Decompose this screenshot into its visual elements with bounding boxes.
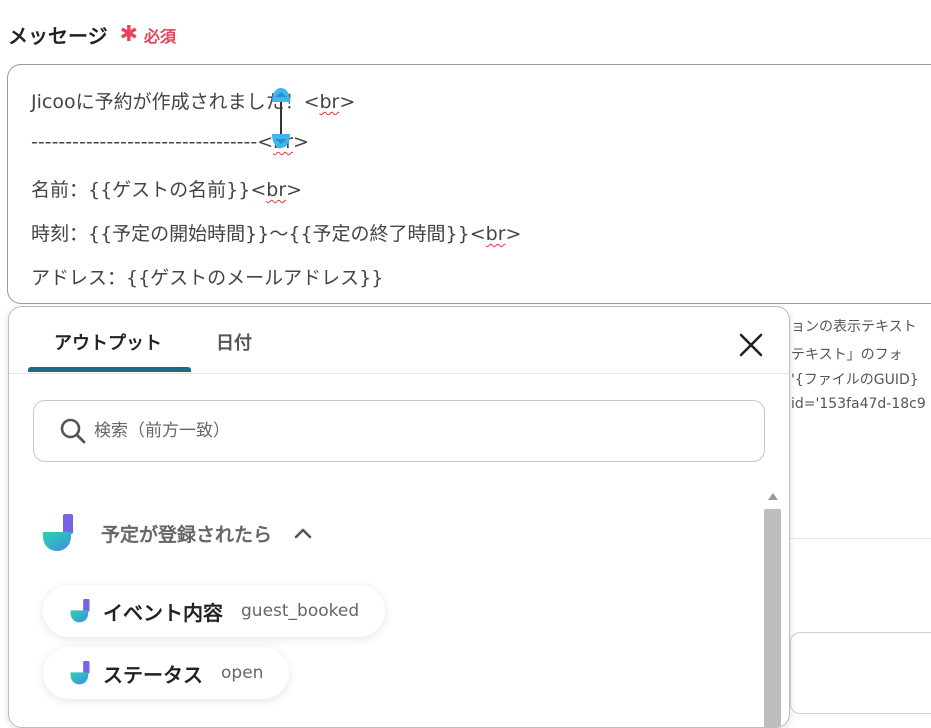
selection-handle-bottom-icon[interactable] bbox=[272, 134, 290, 148]
message-line-5: アドレス：{{ゲストのメールアドレス}} bbox=[31, 267, 384, 289]
text-cursor bbox=[280, 96, 282, 138]
jicoo-logo-icon bbox=[43, 514, 73, 551]
output-item-key: ステータス bbox=[103, 662, 203, 687]
help-text-line-3: '{ファイルのGUID} bbox=[791, 372, 919, 388]
help-text-line-4: id='153fa47d-18c9 bbox=[791, 396, 926, 412]
scroll-up-arrow-icon[interactable] bbox=[768, 493, 778, 500]
close-icon[interactable] bbox=[737, 331, 765, 359]
required-star-icon: ✱ bbox=[119, 22, 139, 47]
message-line-1: Jicooに予約が作成されました！<br> bbox=[31, 91, 356, 113]
output-item-event[interactable]: イベント内容 guest_booked bbox=[43, 585, 386, 637]
field-label-text: メッセージ bbox=[8, 24, 108, 48]
output-item-value: open bbox=[221, 663, 264, 683]
output-item-key: イベント内容 bbox=[103, 600, 223, 625]
output-item-status[interactable]: ステータス open bbox=[43, 647, 290, 699]
search-icon bbox=[60, 418, 86, 444]
tabs-divider bbox=[9, 373, 789, 374]
tab-output[interactable]: アウトプット bbox=[54, 329, 162, 355]
scrollbar[interactable] bbox=[764, 487, 782, 727]
search-box[interactable] bbox=[33, 400, 765, 462]
jicoo-logo-icon bbox=[70, 661, 90, 685]
help-text-line-1: ョンの表示テキスト bbox=[791, 319, 917, 335]
message-line-4: 時刻：{{予定の開始時間}}〜{{予定の終了時間}}<br> bbox=[31, 223, 522, 245]
output-picker-popover: アウトプット 日付 予定が登録されたら bbox=[8, 306, 790, 728]
help-text-line-2: テキスト」のフォ bbox=[791, 347, 903, 363]
required-badge: 必須 bbox=[144, 26, 177, 46]
message-textarea[interactable]: Jicooに予約が作成されました！<br> ------------------… bbox=[7, 64, 931, 304]
message-field-label: メッセージ ✱ 必須 bbox=[8, 20, 176, 49]
message-line-2: ---------------------------------<br> bbox=[31, 131, 309, 153]
background-divider bbox=[790, 538, 931, 539]
message-line-3: 名前：{{ゲストの名前}}<br> bbox=[31, 179, 303, 201]
jicoo-logo-icon bbox=[70, 599, 90, 623]
output-item-value: guest_booked bbox=[241, 601, 360, 621]
background-input-box[interactable] bbox=[790, 632, 931, 714]
search-input[interactable] bbox=[92, 401, 756, 461]
selection-handle-top-icon[interactable] bbox=[272, 88, 290, 102]
section-title: 予定が登録されたら bbox=[101, 523, 273, 546]
scrollbar-thumb[interactable] bbox=[764, 509, 781, 727]
section-header-trigger[interactable]: 予定が登録されたら bbox=[41, 513, 312, 553]
chevron-up-icon[interactable] bbox=[294, 527, 312, 539]
tab-date[interactable]: 日付 bbox=[216, 329, 252, 355]
active-tab-indicator bbox=[28, 367, 191, 372]
